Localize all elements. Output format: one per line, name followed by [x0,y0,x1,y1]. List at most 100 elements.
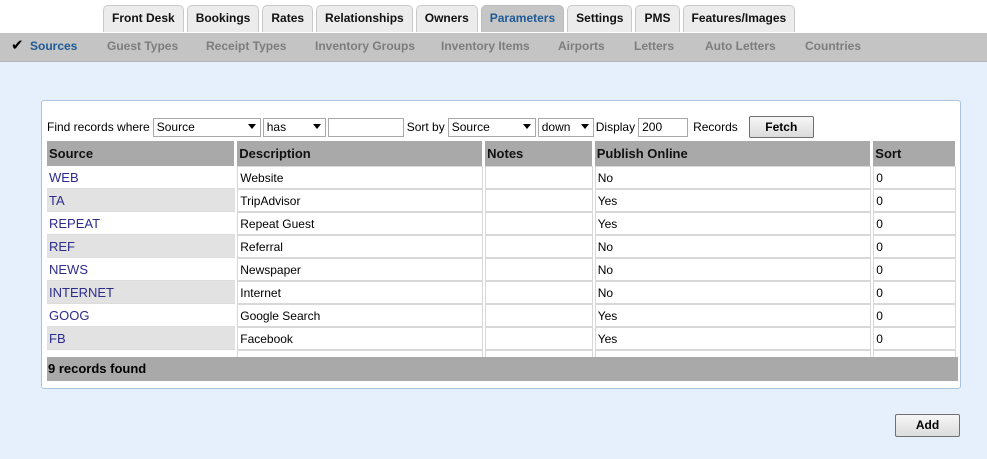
table-row: INTERNET Internet No 0 [47,281,956,304]
sort-direction-select[interactable]: down [537,117,594,137]
cell-publish-online: Yes [594,212,872,235]
operator-select-value: has [266,120,287,134]
subnav-item-airports[interactable]: Airports [558,39,605,53]
cell-publish-online: Yes [594,304,872,327]
cell-sort: 0 [873,166,956,189]
cell-description: Repeat Guest [237,212,484,235]
cell-source[interactable]: NEWS [47,258,236,281]
main-tabs: Front Desk Bookings Rates Relationships Owne… [103,5,798,32]
records-panel: Find records where Source has Sort by So… [41,100,961,389]
cell-notes [485,258,593,281]
cell-publish-online: No [594,281,872,304]
cell-source[interactable]: REF [47,235,236,258]
table-row: FB Facebook Yes 0 [47,327,956,350]
operator-select[interactable]: has [262,117,326,137]
tab-features-images[interactable]: Features/Images [682,5,796,32]
cell-publish-online: Yes [594,189,872,212]
subnav-item-countries[interactable]: Countries [805,39,861,53]
sources-table: Source Description Notes Publish Online … [45,141,958,373]
table-row: REF Referral No 0 [47,235,956,258]
subnav-item-guest-types[interactable]: Guest Types [107,39,178,53]
chevron-down-icon [312,123,321,129]
cell-sort: 0 [873,212,956,235]
find-label: Find records where [47,120,150,134]
table-header: Source Description Notes Publish Online … [47,141,956,166]
tab-pms[interactable]: PMS [635,5,680,32]
tab-owners[interactable]: Owners [415,5,478,32]
top-tab-bar: Front Desk Bookings Rates Relationships Owne… [0,0,987,33]
cell-description: TripAdvisor [237,189,484,212]
subnav-item-inventory-items[interactable]: Inventory Items [441,39,530,53]
cell-description: Facebook [237,327,484,350]
cell-source[interactable]: TA [47,189,236,212]
chevron-down-icon [580,123,589,129]
tab-front-desk[interactable]: Front Desk [103,5,184,32]
cell-notes [485,281,593,304]
cell-sort: 0 [873,281,956,304]
subnav-item-auto-letters[interactable]: Auto Letters [705,39,776,53]
field-select[interactable]: Source [152,117,261,137]
table-row: GOOG Google Search Yes 0 [47,304,956,327]
cell-sort: 0 [873,327,956,350]
record-count: 9 records found [47,357,958,381]
cell-description: Newspaper [237,258,484,281]
sort-field-value: Source [451,120,490,134]
sort-direction-value: down [541,120,571,134]
cell-sort: 0 [873,258,956,281]
cell-notes [485,327,593,350]
tab-bookings[interactable]: Bookings [186,5,260,32]
checkmark-icon: ✔ [11,37,24,54]
search-input[interactable] [327,117,404,137]
subnav-item-sources[interactable]: Sources [30,39,77,53]
cell-description: Website [237,166,484,189]
cell-source[interactable]: INTERNET [47,281,236,304]
cell-publish-online: No [594,258,872,281]
tab-relationships[interactable]: Relationships [316,5,413,32]
cell-publish-online: Yes [594,327,872,350]
cell-description: Google Search [237,304,484,327]
sub-navigation: ✔ Sources Guest Types Receipt Types Inve… [0,33,987,62]
cell-notes [485,189,593,212]
column-header-source[interactable]: Source [47,141,236,166]
table-row: REPEAT Repeat Guest Yes 0 [47,212,956,235]
tab-parameters[interactable]: Parameters [480,5,565,32]
tab-rates[interactable]: Rates [262,5,314,32]
cell-source[interactable]: FB [47,327,236,350]
column-header-sort[interactable]: Sort [873,141,956,166]
filter-bar: Find records where Source has Sort by So… [47,116,814,138]
column-header-description[interactable]: Description [237,141,484,166]
chevron-down-icon [247,123,256,129]
cell-source[interactable]: WEB [47,166,236,189]
cell-description: Internet [237,281,484,304]
table-row: WEB Website No 0 [47,166,956,189]
cell-sort: 0 [873,304,956,327]
fetch-button[interactable]: Fetch [748,116,814,138]
column-header-notes[interactable]: Notes [485,141,593,166]
table-row: TA TripAdvisor Yes 0 [47,189,956,212]
table-row: NEWS Newspaper No 0 [47,258,956,281]
cell-notes [485,212,593,235]
cell-source[interactable]: GOOG [47,304,236,327]
cell-publish-online: No [594,166,872,189]
display-label: Display [595,120,636,134]
cell-publish-online: No [594,235,872,258]
records-label: Records [693,120,738,134]
cell-description: Referral [237,235,484,258]
field-select-value: Source [156,120,195,134]
cell-notes [485,304,593,327]
cell-sort: 0 [873,189,956,212]
cell-source[interactable]: REPEAT [47,212,236,235]
cell-notes [485,166,593,189]
subnav-item-receipt-types[interactable]: Receipt Types [206,39,286,53]
column-header-publish-online[interactable]: Publish Online [594,141,872,166]
display-count-input[interactable]: 200 [638,117,689,137]
add-button[interactable]: Add [895,414,960,437]
cell-notes [485,235,593,258]
cell-sort: 0 [873,235,956,258]
sort-label: Sort by [406,120,445,134]
sort-field-select[interactable]: Source [447,117,536,137]
subnav-item-inventory-groups[interactable]: Inventory Groups [315,39,415,53]
tab-settings[interactable]: Settings [567,5,633,32]
subnav-item-letters[interactable]: Letters [634,39,674,53]
chevron-down-icon [522,123,531,129]
